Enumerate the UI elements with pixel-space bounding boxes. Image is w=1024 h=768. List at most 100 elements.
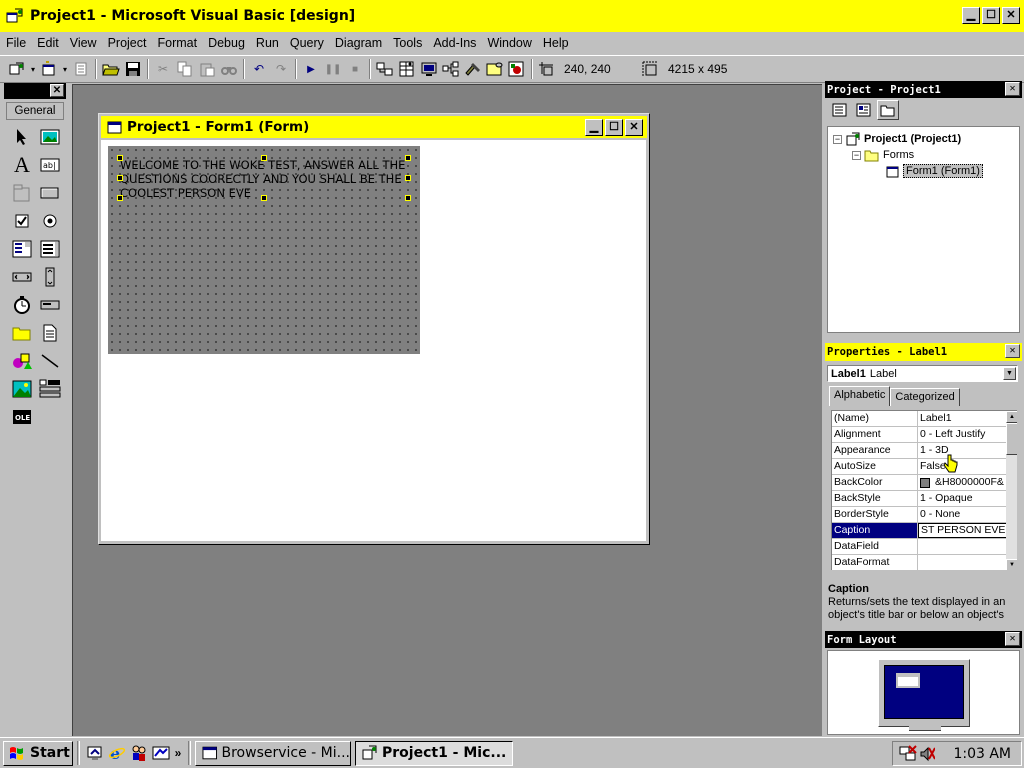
start-icon[interactable]: ▶: [300, 58, 322, 80]
quick-launch-overflow[interactable]: »: [172, 742, 184, 764]
scroll-down-icon[interactable]: ▼: [1006, 559, 1017, 570]
paste-icon[interactable]: [196, 58, 218, 80]
chevron-down-icon[interactable]: ▾: [60, 58, 70, 80]
property-row-alignment[interactable]: Alignment 0 - Left Justify: [832, 427, 1017, 443]
pointer-tool-icon[interactable]: [8, 123, 36, 151]
menu-tools[interactable]: Tools: [393, 36, 422, 50]
taskbar-button[interactable]: Browservice - Mi...: [195, 740, 351, 766]
optionbutton-tool-icon[interactable]: [36, 207, 64, 235]
menu-run[interactable]: Run: [256, 36, 279, 50]
clock[interactable]: 1:03 AM: [953, 746, 1011, 762]
menu-file[interactable]: File: [6, 36, 26, 50]
tree-node-form1[interactable]: Form1 (Form1): [886, 163, 983, 179]
menu-help[interactable]: Help: [543, 36, 569, 50]
property-row-name[interactable]: (Name) Label1: [832, 411, 1017, 427]
start-button[interactable]: Start: [3, 740, 73, 766]
property-value[interactable]: 1 - Opaque: [918, 491, 1017, 506]
resize-handle[interactable]: [117, 155, 123, 161]
minimize-button[interactable]: ▁: [962, 7, 980, 24]
property-row-autosize[interactable]: AutoSize False: [832, 459, 1017, 475]
properties-close-button[interactable]: ✕: [1005, 344, 1020, 358]
channels-icon[interactable]: [150, 742, 172, 764]
label-tool-icon[interactable]: A: [8, 151, 36, 179]
toolbox-close-button[interactable]: ✕: [50, 84, 64, 97]
save-icon[interactable]: [122, 58, 144, 80]
property-row-caption[interactable]: Caption ST PERSON EVE: [832, 523, 1017, 539]
taskbar-button[interactable]: Project1 - Mic...: [355, 740, 513, 766]
property-grid-scrollbar[interactable]: ▲ ▼: [1006, 411, 1017, 570]
form-designer-title-bar[interactable]: Project1 - Form1 (Form) ▁ ☐ ✕: [101, 116, 647, 138]
people-icon[interactable]: [128, 742, 150, 764]
project-explorer-close-button[interactable]: ✕: [1005, 82, 1020, 96]
project-explorer-icon[interactable]: [374, 58, 396, 80]
form-layout-icon[interactable]: [418, 58, 440, 80]
ole-tool-icon[interactable]: OLE: [8, 403, 36, 431]
internet-explorer-icon[interactable]: e: [106, 742, 128, 764]
toolbox-header[interactable]: ✕: [4, 83, 66, 99]
shape-tool-icon[interactable]: [8, 347, 36, 375]
menu-debug[interactable]: Debug: [208, 36, 245, 50]
toolbox-icon[interactable]: [462, 58, 484, 80]
main-title-bar[interactable]: Project1 - Microsoft Visual Basic [desig…: [0, 0, 1024, 32]
timer-tool-icon[interactable]: [8, 291, 36, 319]
menu-editor-icon[interactable]: [70, 58, 92, 80]
property-row-datafield[interactable]: DataField: [832, 539, 1017, 555]
menu-query[interactable]: Query: [290, 36, 324, 50]
hscrollbar-tool-icon[interactable]: [8, 263, 36, 291]
resize-handle[interactable]: [405, 175, 411, 181]
scrollbar-thumb[interactable]: [1006, 423, 1017, 455]
data-tool-icon[interactable]: [36, 375, 64, 403]
line-tool-icon[interactable]: [36, 347, 64, 375]
collapse-toggle[interactable]: −: [852, 150, 861, 160]
tab-categorized[interactable]: Categorized: [890, 388, 960, 406]
project-explorer-title-bar[interactable]: Project - Project1 ✕: [825, 81, 1022, 98]
property-value[interactable]: False: [918, 459, 1017, 474]
property-row-dataformat[interactable]: DataFormat: [832, 555, 1017, 570]
property-value[interactable]: [918, 539, 1017, 554]
undo-icon[interactable]: ↶: [248, 58, 270, 80]
label1-control[interactable]: WELCOME TO THE WOKE TEST, ANSWER ALL THE…: [120, 158, 408, 199]
copy-icon[interactable]: [174, 58, 196, 80]
volume-icon[interactable]: [919, 745, 935, 763]
add-project-icon[interactable]: [6, 58, 28, 80]
menu-format[interactable]: Format: [157, 36, 197, 50]
vscrollbar-tool-icon[interactable]: [36, 263, 64, 291]
redo-icon[interactable]: ↷: [270, 58, 292, 80]
resize-handle[interactable]: [261, 155, 267, 161]
menu-project[interactable]: Project: [108, 36, 147, 50]
resize-handle[interactable]: [261, 195, 267, 201]
menu-diagram[interactable]: Diagram: [335, 36, 382, 50]
cut-icon[interactable]: ✂: [152, 58, 174, 80]
property-row-borderstyle[interactable]: BorderStyle 0 - None: [832, 507, 1017, 523]
resize-handle[interactable]: [405, 195, 411, 201]
minimize-button[interactable]: ▁: [585, 119, 603, 136]
find-icon[interactable]: [218, 58, 240, 80]
property-value[interactable]: ST PERSON EVE: [918, 523, 1017, 538]
textbox-tool-icon[interactable]: ab|: [36, 151, 64, 179]
tree-node-project[interactable]: − Project1 (Project1): [833, 131, 961, 147]
property-value[interactable]: 1 - 3D: [918, 443, 1017, 458]
break-icon[interactable]: ❚❚: [322, 58, 344, 80]
property-value[interactable]: 0 - None: [918, 507, 1017, 522]
collapse-toggle[interactable]: −: [833, 134, 842, 144]
properties-title-bar[interactable]: Properties - Label1 ✕: [825, 343, 1022, 361]
menu-window[interactable]: Window: [487, 36, 531, 50]
drivelistbox-tool-icon[interactable]: [36, 291, 64, 319]
property-value[interactable]: &H8000000F&: [918, 475, 1017, 490]
open-icon[interactable]: [100, 58, 122, 80]
resize-handle[interactable]: [117, 195, 123, 201]
chevron-down-icon[interactable]: ▾: [28, 58, 38, 80]
chevron-down-icon[interactable]: ▼: [1003, 367, 1016, 380]
data-view-icon[interactable]: [484, 58, 506, 80]
vb-app-icon[interactable]: [6, 8, 24, 24]
form-icon[interactable]: [107, 120, 123, 134]
view-object-icon[interactable]: [853, 100, 875, 120]
network-icon[interactable]: [899, 744, 917, 763]
toggle-folders-icon[interactable]: [877, 100, 899, 120]
maximize-button[interactable]: ☐: [605, 119, 623, 136]
resize-handle[interactable]: [405, 155, 411, 161]
form-position-preview[interactable]: [896, 673, 920, 688]
properties-window-icon[interactable]: [396, 58, 418, 80]
resize-handle[interactable]: [117, 175, 123, 181]
property-value[interactable]: Label1: [918, 411, 1017, 426]
